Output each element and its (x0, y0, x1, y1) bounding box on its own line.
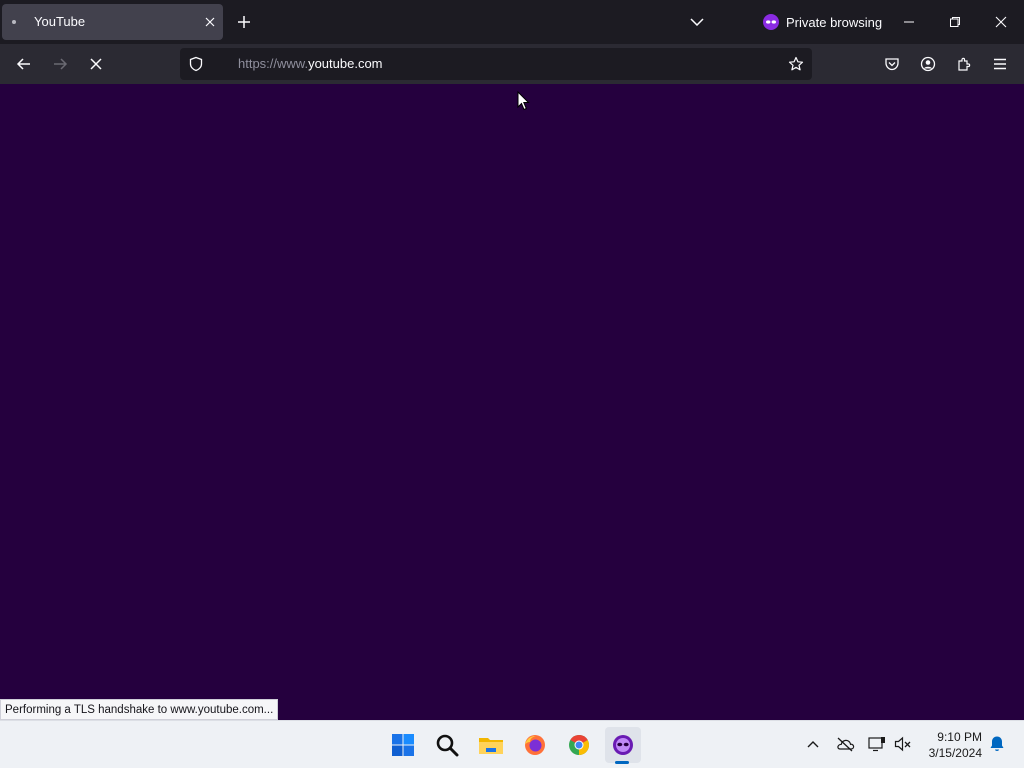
firefox-private-icon (613, 735, 633, 755)
back-button[interactable] (12, 52, 36, 76)
volume-muted-icon (894, 736, 911, 752)
plus-icon (238, 16, 250, 28)
pocket-button[interactable] (880, 52, 904, 76)
close-tab-button[interactable] (202, 14, 218, 30)
tab-title: YouTube (34, 14, 86, 29)
onedrive-tray-button[interactable] (834, 733, 856, 755)
close-window-button[interactable] (989, 10, 1013, 34)
display-icon (868, 737, 885, 752)
chrome-icon (569, 735, 589, 755)
stop-button[interactable] (84, 52, 108, 76)
file-explorer-button[interactable] (473, 727, 509, 763)
new-tab-button[interactable] (234, 12, 254, 32)
tab-youtube[interactable]: YouTube (2, 4, 223, 40)
active-app-indicator (615, 761, 629, 764)
page-content (0, 84, 1024, 720)
minimize-button[interactable] (897, 10, 921, 34)
star-icon (788, 56, 804, 71)
account-icon (920, 56, 936, 72)
private-browsing-label: Private browsing (786, 14, 883, 30)
address-bar[interactable]: https://www.youtube.com (180, 48, 812, 80)
mouse-pointer-icon (517, 91, 530, 111)
account-button[interactable] (916, 52, 940, 76)
tab-strip: YouTube Private browsing (0, 0, 1024, 44)
show-hidden-icons-button[interactable] (802, 733, 824, 755)
firefox-taskbar-button[interactable] (517, 727, 553, 763)
notifications-button[interactable] (986, 733, 1008, 755)
search-button[interactable] (429, 727, 465, 763)
display-tray-button[interactable] (866, 733, 888, 755)
navigation-toolbar: https://www.youtube.com (0, 44, 1024, 84)
back-icon (16, 58, 30, 70)
extensions-icon (958, 57, 971, 71)
tracking-protection-button[interactable] (184, 52, 208, 76)
url-domain: youtube.com (308, 56, 383, 71)
clock-time: 9:10 PM (937, 730, 982, 744)
pocket-icon (885, 58, 899, 71)
close-icon (995, 16, 1007, 28)
status-panel: Performing a TLS handshake to www.youtub… (0, 699, 279, 720)
chevron-up-icon (807, 741, 819, 748)
file-explorer-icon (479, 738, 503, 754)
restore-button[interactable] (943, 10, 967, 34)
clock-date: 3/15/2024 (928, 746, 982, 760)
private-browsing-indicator: Private browsing (762, 12, 882, 32)
notification-bell-icon (990, 736, 1004, 751)
firefox-icon (525, 735, 545, 755)
shield-icon (189, 56, 203, 72)
close-icon (205, 17, 215, 27)
tab-loading-icon (12, 20, 16, 24)
forward-icon (54, 58, 68, 70)
taskbar-clock[interactable]: 9:10 PM 3/15/2024 (918, 729, 982, 761)
menu-button[interactable] (988, 52, 1012, 76)
bookmark-button[interactable] (784, 52, 808, 76)
url-text: https://www.youtube.com (238, 56, 383, 71)
private-mask-icon (763, 14, 779, 30)
minimize-icon (904, 21, 914, 23)
list-all-tabs-button[interactable] (686, 12, 708, 32)
extensions-button[interactable] (952, 52, 976, 76)
firefox-private-taskbar-button[interactable] (605, 727, 641, 763)
taskbar: 9:10 PM 3/15/2024 (0, 720, 1024, 768)
url-prefix: https://www. (238, 56, 309, 71)
restore-icon (950, 17, 960, 27)
chrome-taskbar-button[interactable] (561, 727, 597, 763)
search-icon (436, 734, 459, 757)
stop-icon (90, 58, 102, 70)
windows-start-icon (392, 734, 414, 756)
start-button[interactable] (385, 727, 421, 763)
chevron-down-icon (690, 18, 704, 26)
forward-button[interactable] (48, 52, 72, 76)
menu-icon (994, 58, 1006, 70)
volume-tray-button[interactable] (892, 733, 914, 755)
onedrive-off-icon (837, 737, 855, 752)
